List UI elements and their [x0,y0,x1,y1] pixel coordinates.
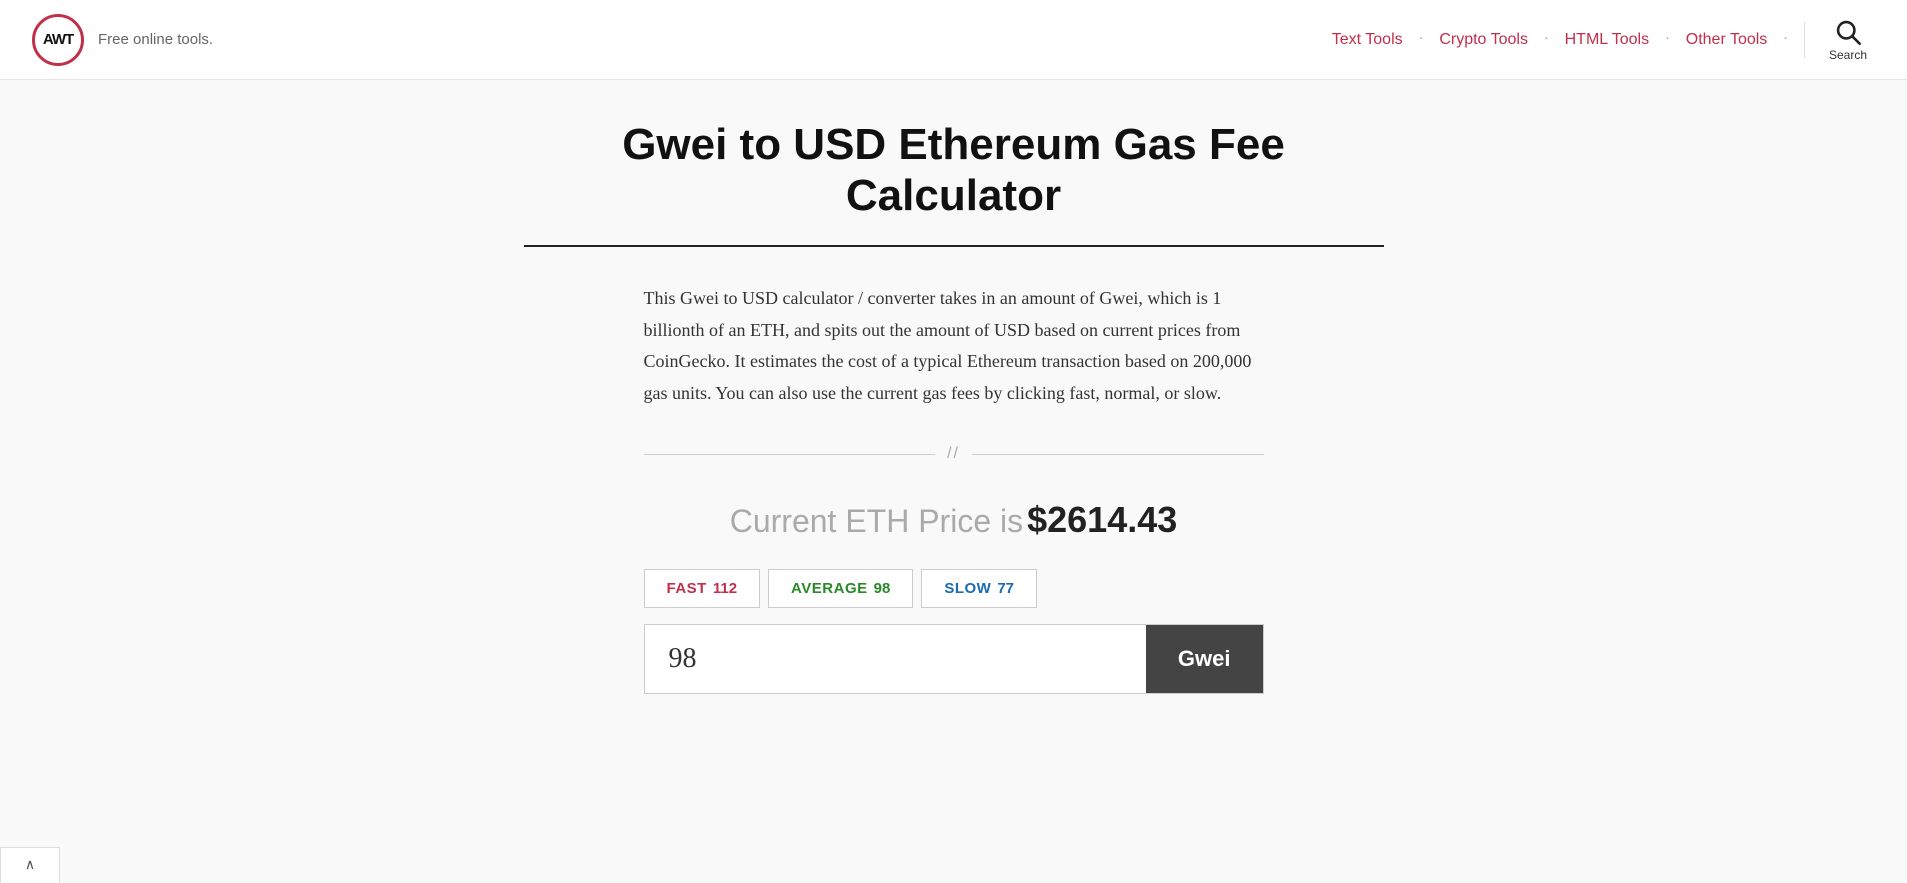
divider-symbol: // [947,445,960,463]
slow-label: SLOW [944,580,991,597]
search-button[interactable]: Search [1821,14,1875,66]
nav-crypto-tools[interactable]: Crypto Tools [1429,25,1538,55]
fast-label: FAST [667,580,707,597]
logo-icon: AWT [32,14,84,66]
average-label: AVERAGE [791,580,868,597]
gwei-input-row: Gwei [644,624,1264,694]
logo-tagline: Free online tools. [98,31,213,48]
eth-price-value: $2614.43 [1027,499,1177,540]
scroll-to-top-button[interactable]: ∧ [0,847,60,883]
nav-dot-2: · [1544,32,1549,48]
page-title: Gwei to USD Ethereum Gas Fee Calculator [524,120,1384,221]
description-text: This Gwei to USD calculator / converter … [644,283,1264,409]
gwei-unit-label: Gwei [1146,625,1263,693]
gwei-input[interactable] [645,625,1146,693]
nav-dot-1: · [1419,32,1424,48]
average-value: 98 [874,580,891,597]
chevron-up-icon: ∧ [25,857,35,874]
divider-line-right [972,454,1264,455]
gas-fast-button[interactable]: FAST 112 [644,569,761,608]
gas-slow-button[interactable]: SLOW 77 [921,569,1037,608]
main-nav: Text Tools · Crypto Tools · HTML Tools ·… [1322,14,1875,66]
slow-value: 77 [997,580,1014,597]
nav-dot-4: · [1783,32,1788,48]
nav-html-tools[interactable]: HTML Tools [1555,25,1659,55]
gas-average-button[interactable]: AVERAGE 98 [768,569,913,608]
search-icon [1834,18,1862,46]
fast-value: 112 [713,580,737,597]
logo-link[interactable]: AWT Free online tools. [32,14,213,66]
title-divider [524,245,1384,247]
nav-dot-3: · [1665,32,1670,48]
eth-price-section: Current ETH Price is $2614.43 [524,499,1384,541]
gas-buttons-row: FAST 112 AVERAGE 98 SLOW 77 [644,569,1264,608]
nav-text-tools[interactable]: Text Tools [1322,25,1413,55]
logo-text: AWT [43,31,73,48]
nav-other-tools[interactable]: Other Tools [1676,25,1778,55]
eth-price-prefix: Current ETH Price is [730,503,1023,539]
search-label: Search [1829,48,1867,62]
nav-divider [1804,22,1805,58]
section-divider: // [644,445,1264,463]
divider-line-left [644,454,936,455]
